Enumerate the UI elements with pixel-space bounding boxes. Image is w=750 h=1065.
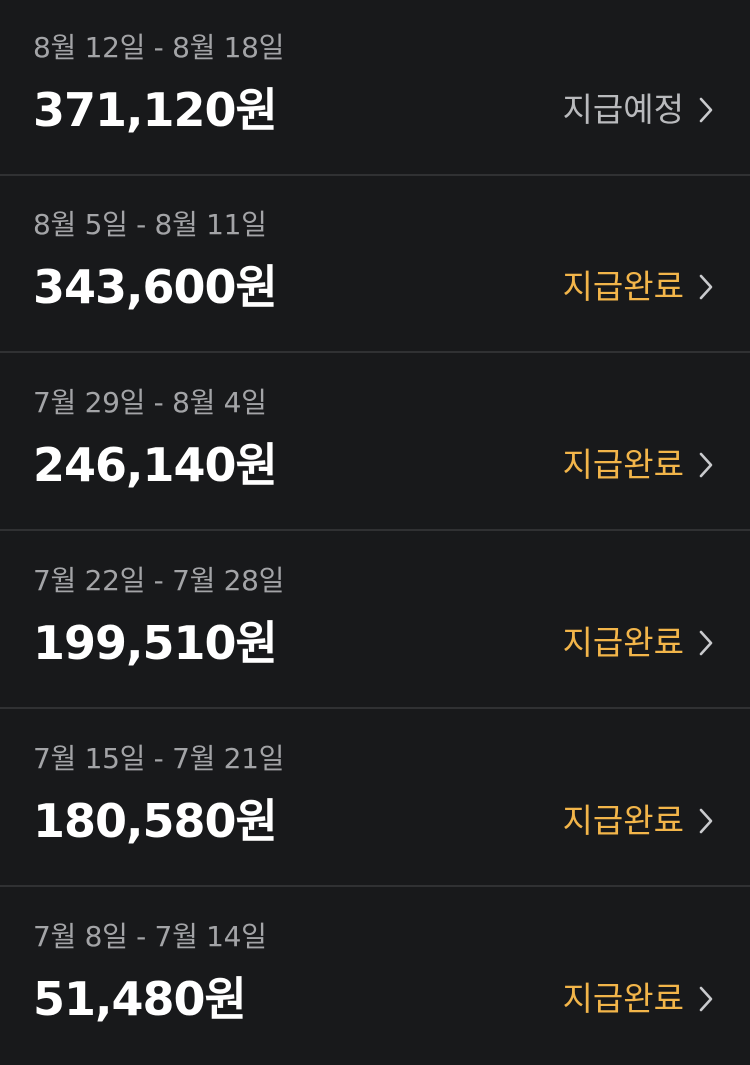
payout-row[interactable]: 7월 8일 - 7월 14일 51,480원 지급완료: [0, 889, 750, 1065]
payout-period: 7월 8일 - 7월 14일: [33, 920, 267, 953]
payout-status: 지급완료: [562, 979, 684, 1018]
payout-list: 8월 12일 - 8월 18일 371,120원 지급예정 8월 5일 - 8월…: [0, 0, 750, 1056]
chevron-right-icon: [699, 808, 713, 834]
payout-row[interactable]: 8월 5일 - 8월 11일 343,600원 지급완료: [0, 177, 750, 353]
payout-row[interactable]: 7월 22일 - 7월 28일 199,510원 지급완료: [0, 533, 750, 709]
payout-status-link[interactable]: 지급완료: [563, 443, 714, 487]
payout-period: 8월 12일 - 8월 18일: [33, 31, 285, 64]
payout-status-link[interactable]: 지급완료: [563, 265, 714, 309]
payout-amount: 180,580원: [33, 794, 278, 848]
payout-period: 7월 29일 - 8월 4일: [33, 386, 267, 419]
payout-status: 지급완료: [562, 267, 684, 306]
chevron-right-icon: [699, 630, 713, 656]
payout-amount: 246,140원: [33, 438, 278, 492]
payout-amount: 371,120원: [33, 83, 278, 137]
payout-status-link[interactable]: 지급예정: [563, 88, 714, 132]
payout-status: 지급완료: [562, 623, 684, 662]
payout-row[interactable]: 7월 15일 - 7월 21일 180,580원 지급완료: [0, 711, 750, 887]
chevron-right-icon: [699, 274, 713, 300]
payout-status: 지급완료: [562, 801, 684, 840]
payout-amount: 199,510원: [33, 616, 278, 670]
payout-status-link[interactable]: 지급완료: [563, 799, 714, 843]
chevron-right-icon: [699, 452, 713, 478]
payout-status: 지급예정: [562, 90, 684, 129]
payout-status-link[interactable]: 지급완료: [563, 621, 714, 665]
payout-amount: 343,600원: [33, 260, 278, 314]
payout-period: 8월 5일 - 8월 11일: [33, 208, 267, 241]
chevron-right-icon: [699, 97, 713, 123]
payout-status: 지급완료: [562, 445, 684, 484]
payout-amount: 51,480원: [33, 972, 247, 1026]
chevron-right-icon: [699, 986, 713, 1012]
payout-row[interactable]: 8월 12일 - 8월 18일 371,120원 지급예정: [0, 0, 750, 176]
payout-period: 7월 22일 - 7월 28일: [33, 564, 285, 597]
payout-row[interactable]: 7월 29일 - 8월 4일 246,140원 지급완료: [0, 355, 750, 531]
payout-period: 7월 15일 - 7월 21일: [33, 742, 285, 775]
payout-status-link[interactable]: 지급완료: [563, 977, 714, 1021]
